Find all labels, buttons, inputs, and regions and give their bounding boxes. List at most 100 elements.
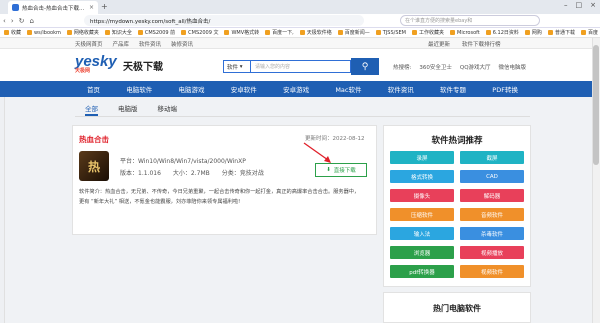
bookmark-item[interactable]: CMS2009 文	[181, 29, 218, 36]
hot-word-tile[interactable]: 视频软件	[460, 265, 524, 278]
tab-pc[interactable]: 电脑版	[118, 103, 138, 116]
bookmark-item[interactable]: 百度	[580, 29, 598, 36]
app-icon: 热	[79, 151, 109, 181]
url-input[interactable]: https://mydown.yesky.com/soft_all/热血合击/	[84, 15, 364, 26]
bookmark-label: TJSS/SEM	[382, 29, 406, 36]
app-platform: 平台：Win10/Win8/Win7/vista/2000/WinXP	[120, 158, 246, 165]
hot-link[interactable]: 微信电脑版	[499, 63, 527, 71]
search-category-select[interactable]: 软件 ▾	[223, 60, 251, 73]
app-meta: 版本：1.1.016 大小：2.7MB 分类：竞技对战	[120, 168, 264, 177]
hot-word-tile[interactable]: 截屏	[460, 151, 524, 164]
scrollbar-thumb[interactable]	[593, 45, 599, 165]
new-tab-icon[interactable]: +	[101, 2, 108, 11]
nav-item[interactable]: Mac软件	[335, 84, 361, 94]
bookmark-item[interactable]: WMV格式转	[224, 29, 259, 36]
bookmark-icon	[181, 30, 187, 35]
download-icon: ⬇	[326, 167, 331, 173]
bookmark-icon	[224, 30, 230, 35]
bookmark-label: Microsoft	[457, 29, 480, 36]
hot-searches: 热搜榜: 360安全卫士 QQ游戏大厅 微信电脑版	[393, 63, 526, 71]
bookmark-item[interactable]: 网络收藏夹	[66, 29, 99, 36]
bookmark-item[interactable]: 百度一下,	[265, 29, 294, 36]
bookmark-icon	[4, 30, 9, 35]
site-top-right: 最近更新 软件下载排行榜	[428, 40, 501, 48]
hot-link[interactable]: QQ游戏大厅	[460, 63, 491, 71]
site-name: 天极下载	[123, 62, 163, 73]
home-icon[interactable]: ⌂	[30, 17, 34, 25]
hot-word-tile[interactable]: CAD	[460, 170, 524, 183]
recent-updates-link[interactable]: 最近更新	[428, 40, 450, 48]
site-logo-sub: 天极网	[75, 68, 91, 74]
bookmark-item[interactable]: Microsoft	[450, 30, 480, 36]
bookmark-icon	[337, 30, 343, 35]
hot-word-tile[interactable]: 压缩软件	[390, 208, 454, 221]
minimize-icon[interactable]: –	[564, 1, 568, 9]
reload-icon[interactable]: ↻	[19, 17, 25, 25]
bookmark-item[interactable]: 知识大全	[104, 29, 132, 36]
ranking-link[interactable]: 软件下载排行榜	[462, 40, 501, 48]
hot-word-tile[interactable]: 音频软件	[460, 208, 524, 221]
close-icon[interactable]: ×	[89, 4, 94, 11]
hot-word-tile[interactable]: 格式转换	[390, 170, 454, 183]
nav-item[interactable]: 安卓软件	[231, 84, 257, 94]
top-link[interactable]: 软件资讯	[139, 40, 161, 48]
nav-item[interactable]: 电脑游戏	[179, 84, 205, 94]
desc-line: 软件简介：热血合击，无兄弟、不传奇，今日兄弟重聚，一起合击传奇和你一起打金，真正…	[79, 189, 360, 195]
hot-word-tile[interactable]: 摄像头	[390, 189, 454, 202]
hot-word-tile[interactable]: 录屏	[390, 151, 454, 164]
app-size: 大小：2.7MB	[172, 170, 210, 177]
bookmark-label: 网络收藏夹	[73, 30, 99, 36]
hot-word-tile[interactable]: 视频播放	[460, 246, 524, 259]
bookmark-item[interactable]: 工作收藏夹	[412, 29, 444, 36]
bookmark-icon	[137, 30, 143, 35]
bookmark-item[interactable]: TJSS/SEM	[375, 29, 406, 36]
bookmark-label: 网购	[531, 30, 542, 36]
tab-active[interactable]: 热血合击-热血合击下载... ×	[8, 1, 98, 14]
bookmark-label: 百度一下,	[272, 30, 294, 36]
bookmark-item[interactable]: ws/ibookm	[27, 30, 61, 36]
bookmark-icon	[265, 30, 271, 35]
nav-item[interactable]: PDF转换	[492, 84, 518, 94]
maximize-icon[interactable]: □	[576, 1, 583, 9]
top-link[interactable]: 装修资讯	[171, 40, 193, 48]
bookmark-item[interactable]: 普通下载	[547, 29, 575, 36]
hot-words-panel	[383, 125, 531, 287]
nav-item[interactable]: 软件专题	[440, 84, 466, 94]
top-link[interactable]: 产品库	[113, 40, 130, 48]
nav-item[interactable]: 软件资讯	[388, 84, 414, 94]
site-search-input[interactable]: 请输入您的内容	[251, 60, 351, 73]
tab-mobile[interactable]: 移动端	[158, 103, 178, 116]
forward-icon[interactable]: ›	[11, 17, 14, 25]
back-icon[interactable]: ‹	[3, 17, 6, 25]
top-link[interactable]: 天极网首页	[75, 40, 103, 48]
nav-item[interactable]: 电脑软件	[126, 84, 152, 94]
browser-search-input[interactable]: 在个谁直方便的搜索量ebay和	[400, 15, 540, 26]
direct-download-button[interactable]: ⬇ 直接下载	[315, 163, 367, 177]
bookmark-item[interactable]: 网购	[524, 29, 542, 36]
window-controls: – □ ×	[564, 1, 596, 9]
search-icon: ⚲	[361, 61, 369, 72]
hot-pc-software-title: 热门电脑软件	[433, 304, 481, 313]
close-window-icon[interactable]: ×	[590, 1, 596, 9]
app-title: 热血合击	[79, 135, 109, 144]
hot-word-tile[interactable]: 杀毒软件	[460, 227, 524, 240]
bookmark-item[interactable]: 6.12日资料	[485, 29, 519, 36]
bookmark-item[interactable]: CMS2009 前	[137, 29, 176, 36]
tab-all[interactable]: 全部	[85, 103, 98, 116]
hot-word-tile[interactable]: 浏览器	[390, 246, 454, 259]
bookmark-item[interactable]: 收藏	[4, 29, 21, 36]
bookmark-label: 知识大全	[111, 30, 132, 36]
hot-word-tile[interactable]: 解码器	[460, 189, 524, 202]
hot-link[interactable]: 360安全卫士	[419, 63, 452, 71]
hot-word-tile[interactable]: pdf转换器	[390, 265, 454, 278]
tab-title: 热血合击-热血合击下载...	[22, 5, 85, 12]
search-button[interactable]: ⚲	[351, 58, 379, 75]
bookmark-item[interactable]: 百度新闻—	[337, 29, 370, 36]
hot-word-tile[interactable]: 输入法	[390, 227, 454, 240]
nav-item[interactable]: 首页	[87, 84, 100, 94]
nav-item[interactable]: 安卓游戏	[283, 84, 309, 94]
bookmark-icon	[375, 30, 381, 35]
bookmark-label: CMS2009 前	[144, 30, 176, 36]
bookmark-item[interactable]: 天极软件络	[299, 29, 332, 36]
bookmark-label: WMV格式转	[231, 30, 260, 36]
